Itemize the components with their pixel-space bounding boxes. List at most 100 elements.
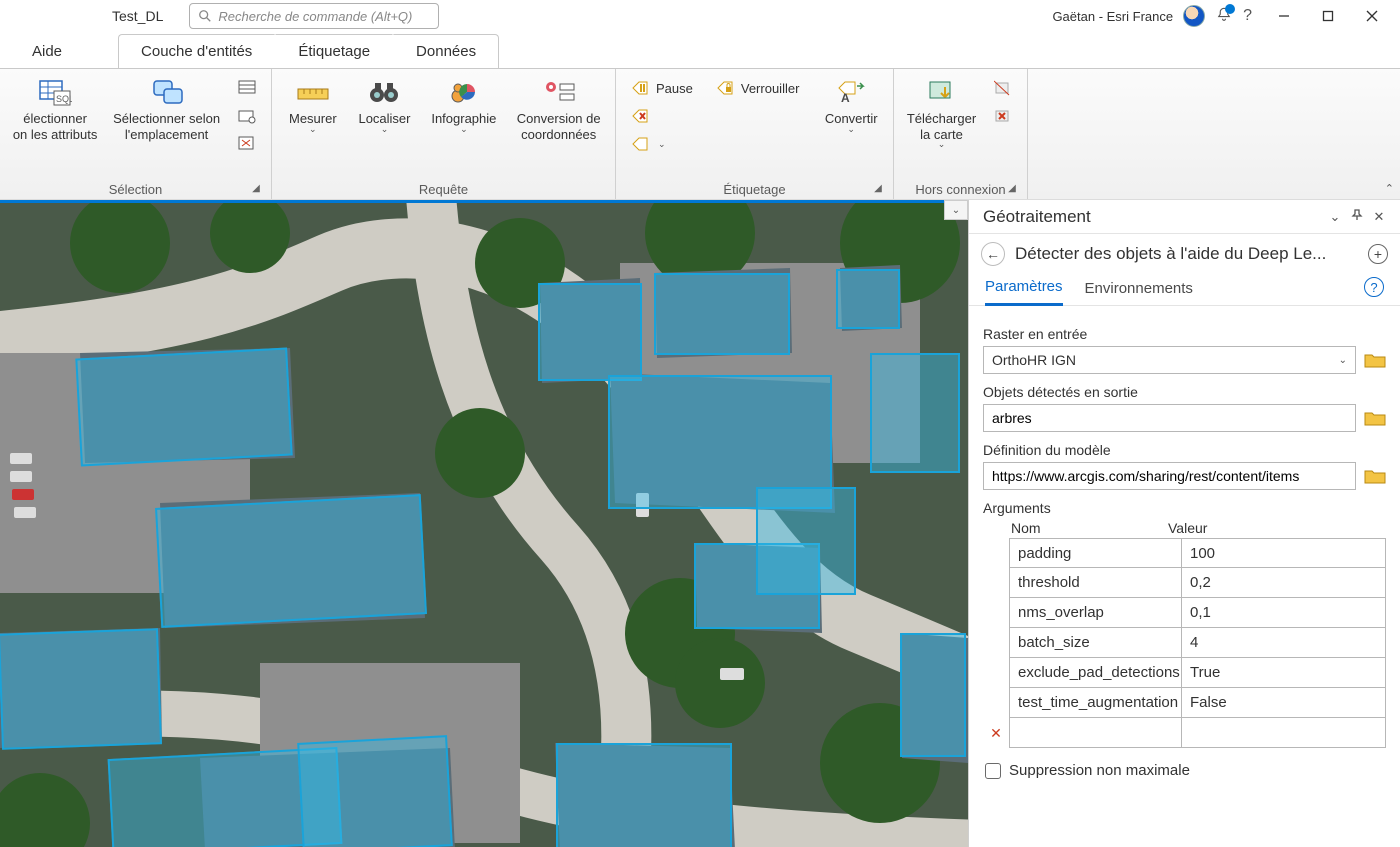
infographics-button[interactable]: Infographie ⌄ xyxy=(423,73,504,134)
attribute-small-1[interactable] xyxy=(231,75,263,101)
window-minimize[interactable] xyxy=(1262,1,1306,31)
label-lock-button[interactable]: Verrouiller xyxy=(709,75,806,101)
arg-value[interactable]: 0,1 xyxy=(1181,598,1386,628)
download-map-icon xyxy=(927,79,957,105)
detection-box xyxy=(75,348,292,467)
browse-output[interactable] xyxy=(1364,409,1386,427)
arg-name[interactable]: padding xyxy=(1009,538,1181,568)
chevron-down-icon: ⌄ xyxy=(1339,355,1347,366)
detection-box xyxy=(0,628,162,750)
tool-title: Détecter des objets à l'aide du Deep Le.… xyxy=(1015,244,1358,264)
label-arguments: Arguments xyxy=(983,500,1386,516)
arg-name-empty[interactable] xyxy=(1009,718,1181,748)
input-raster-combo[interactable]: OrthoHR IGN⌄ xyxy=(983,346,1356,374)
browse-input-raster[interactable] xyxy=(1364,351,1386,369)
select-by-location-button[interactable]: Sélectionner selon l'emplacement xyxy=(108,73,225,142)
arg-value[interactable]: False xyxy=(1181,688,1386,718)
offline-launcher[interactable]: ◢ xyxy=(1005,183,1019,197)
label-more-button[interactable]: ⌄ xyxy=(624,131,699,157)
arg-value[interactable]: 100 xyxy=(1181,538,1386,568)
measure-button[interactable]: Mesurer ⌄ xyxy=(280,73,346,134)
group-label-labeling: Étiquetage xyxy=(723,182,785,197)
nms-label: Suppression non maximale xyxy=(1009,762,1190,779)
map-options-button[interactable]: ⌄ xyxy=(944,200,968,220)
pane-pin-button[interactable] xyxy=(1346,209,1368,224)
pane-title: Géotraitement xyxy=(983,207,1091,227)
tab-feature-layer[interactable]: Couche d'entités xyxy=(118,34,275,68)
locate-button[interactable]: Localiser ⌄ xyxy=(352,73,418,134)
svg-text:SQL: SQL xyxy=(56,94,72,104)
select-by-attributes-button[interactable]: SQL électionner on les attributs xyxy=(8,73,102,142)
subtab-parameters[interactable]: Paramètres xyxy=(985,272,1063,306)
coord-conversion-button[interactable]: Conversion de coordonnées xyxy=(510,73,607,142)
avatar[interactable] xyxy=(1183,5,1205,27)
coord-icon xyxy=(542,78,576,106)
model-definition-field[interactable] xyxy=(983,462,1356,490)
window-maximize[interactable] xyxy=(1306,1,1350,31)
arguments-table: padding100 threshold0,2 nms_overlap0,1 b… xyxy=(983,538,1386,748)
ribbon-collapse-button[interactable]: ⌃ xyxy=(1385,182,1394,195)
group-label-selection: Sélection xyxy=(109,182,162,197)
subtab-environments[interactable]: Environnements xyxy=(1085,274,1193,305)
tab-help[interactable]: Aide xyxy=(14,35,80,68)
label-model: Définition du modèle xyxy=(983,442,1386,458)
tool-help-button[interactable]: ? xyxy=(1364,277,1384,297)
notifications-button[interactable] xyxy=(1215,6,1233,27)
tab-data[interactable]: Données xyxy=(393,34,499,68)
table-icon xyxy=(238,80,256,96)
tab-labeling[interactable]: Étiquetage xyxy=(275,34,393,68)
window-close[interactable] xyxy=(1350,1,1394,31)
arg-value[interactable]: 0,2 xyxy=(1181,568,1386,598)
search-placeholder: Recherche de commande (Alt+Q) xyxy=(218,9,412,24)
download-map-button[interactable]: Télécharger la carte ⌄ xyxy=(902,73,981,149)
attribute-small-3[interactable] xyxy=(231,131,263,157)
workspace: ⌄ xyxy=(0,200,1400,847)
sync-disabled-icon xyxy=(994,80,1012,96)
layer-props-icon xyxy=(238,108,256,124)
offline-small-2[interactable] xyxy=(987,103,1019,129)
pane-menu-button[interactable]: ⌄ xyxy=(1324,209,1346,225)
title-bar: Test_DL Recherche de commande (Alt+Q) Ga… xyxy=(0,0,1400,32)
offline-small-1[interactable] xyxy=(987,75,1019,101)
label-more-icon xyxy=(631,136,649,152)
arg-name[interactable]: exclude_pad_detections xyxy=(1009,658,1181,688)
tool-back-button[interactable]: ← xyxy=(981,242,1005,266)
convert-labels-button[interactable]: A Convertir ⌄ xyxy=(817,73,885,134)
arg-value-empty[interactable] xyxy=(1181,718,1386,748)
detection-box xyxy=(836,269,900,329)
ruler-icon xyxy=(296,79,330,105)
detection-box xyxy=(900,633,966,757)
detection-box xyxy=(538,283,642,381)
group-label-query: Requête xyxy=(419,182,468,197)
ribbon: SQL électionner on les attributs Sélecti… xyxy=(0,68,1400,200)
detection-box xyxy=(155,494,427,628)
labeling-launcher[interactable]: ◢ xyxy=(871,183,885,197)
detection-box xyxy=(654,273,790,355)
output-field[interactable] xyxy=(983,404,1356,432)
arg-name[interactable]: batch_size xyxy=(1009,628,1181,658)
help-button[interactable]: ? xyxy=(1243,7,1252,25)
arg-value[interactable]: 4 xyxy=(1181,628,1386,658)
arg-name[interactable]: threshold xyxy=(1009,568,1181,598)
label-delete-button[interactable] xyxy=(624,103,699,129)
command-search[interactable]: Recherche de commande (Alt+Q) xyxy=(189,3,439,29)
detection-box xyxy=(870,353,960,473)
ribbon-tabs: Aide Couche d'entités Étiquetage Données xyxy=(0,32,1400,68)
label-output: Objets détectés en sortie xyxy=(983,384,1386,400)
nms-checkbox[interactable] xyxy=(985,763,1001,779)
browse-model[interactable] xyxy=(1364,467,1386,485)
label-pause-button[interactable]: Pause xyxy=(624,75,699,101)
arg-value[interactable]: True xyxy=(1181,658,1386,688)
label-delete-icon xyxy=(631,108,649,124)
search-icon xyxy=(198,9,212,23)
table-sql-icon: SQL xyxy=(38,77,72,107)
arg-name[interactable]: test_time_augmentation xyxy=(1009,688,1181,718)
arg-name[interactable]: nms_overlap xyxy=(1009,598,1181,628)
col-header-name: Nom xyxy=(983,520,1168,536)
map-view[interactable]: ⌄ xyxy=(0,200,968,847)
attribute-small-2[interactable] xyxy=(231,103,263,129)
remove-row-button[interactable]: ✕ xyxy=(983,718,1009,748)
selection-launcher[interactable]: ◢ xyxy=(249,183,263,197)
tool-add-button[interactable]: + xyxy=(1368,244,1388,264)
pane-close-button[interactable]: ✕ xyxy=(1368,209,1390,225)
